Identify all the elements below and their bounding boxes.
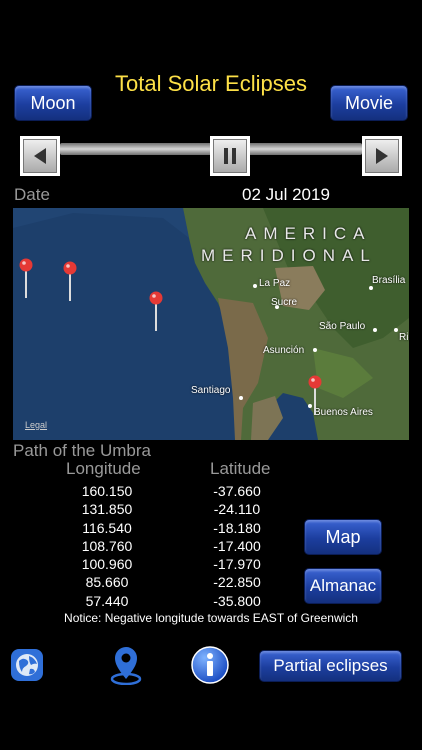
latitude-cell: -24.110 xyxy=(213,501,261,518)
city-dot-sao-paulo xyxy=(373,328,377,332)
latitude-cell: -17.970 xyxy=(213,556,261,573)
longitude-header: Longitude xyxy=(66,459,141,478)
continent-label-line2: MERIDIONAL xyxy=(201,246,377,265)
next-button[interactable] xyxy=(362,136,402,176)
longitude-cell: 131.850 xyxy=(81,501,133,518)
latitude-cell: -18.180 xyxy=(213,519,261,536)
city-label-brasilia: Brasília xyxy=(372,275,406,286)
play-forward-icon xyxy=(376,148,388,164)
latitude-cell: -37.660 xyxy=(213,483,261,499)
latitude-cell: -35.800 xyxy=(213,592,261,609)
info-icon[interactable] xyxy=(191,646,229,684)
city-label-sucre: Sucre xyxy=(271,297,298,308)
latitude-column: -37.660 -24.110 -18.180 -17.400 -17.970 … xyxy=(192,482,282,610)
longitude-column: 160.150 131.850 116.540 108.760 100.960 … xyxy=(62,482,152,610)
almanac-button[interactable]: Almanac xyxy=(304,568,382,604)
map-legal-link[interactable]: Legal xyxy=(25,420,47,430)
map-pin-icon[interactable] xyxy=(308,375,322,421)
map-view[interactable]: AMERICA MERIDIONAL La Paz Brasília Sucre… xyxy=(13,208,409,440)
city-dot-la-paz xyxy=(253,284,257,288)
longitude-cell: 116.540 xyxy=(82,519,132,536)
longitude-notice: Notice: Negative longitude towards EAST … xyxy=(64,611,358,625)
city-dot-santiago xyxy=(239,396,243,400)
umbra-title: Path of the Umbra xyxy=(13,441,151,460)
longitude-cell: 100.960 xyxy=(81,556,133,573)
map-pin-icon[interactable] xyxy=(149,291,163,337)
latitude-cell: -22.850 xyxy=(213,574,261,591)
previous-button[interactable] xyxy=(20,136,60,176)
longitude-cell: 160.150 xyxy=(81,483,133,499)
city-label-rio: Rio xyxy=(399,332,409,343)
date-value: 02 Jul 2019 xyxy=(242,185,330,204)
city-dot-brasilia xyxy=(369,286,373,290)
date-label: Date xyxy=(14,185,50,204)
pause-button[interactable] xyxy=(210,136,250,176)
map-pin-icon[interactable] xyxy=(63,261,77,307)
globe-icon[interactable] xyxy=(10,648,44,682)
continent-label-line1: AMERICA xyxy=(245,224,372,243)
location-pin-icon[interactable] xyxy=(110,645,142,685)
partial-eclipses-button[interactable]: Partial eclipses xyxy=(259,650,402,682)
city-dot-rio xyxy=(394,328,398,332)
longitude-cell: 85.660 xyxy=(85,574,129,591)
latitude-cell: -17.400 xyxy=(213,537,261,554)
city-label-asuncion: Asunción xyxy=(263,345,305,356)
longitude-cell: 57.440 xyxy=(85,592,129,609)
longitude-cell: 108.760 xyxy=(81,537,133,554)
play-back-icon xyxy=(34,148,46,164)
moon-button[interactable]: Moon xyxy=(14,85,92,121)
map-pin-icon[interactable] xyxy=(19,258,33,304)
city-label-santiago: Santiago xyxy=(191,385,231,396)
movie-button[interactable]: Movie xyxy=(330,85,408,121)
latitude-header: Latitude xyxy=(210,459,271,478)
city-label-sao-paulo: São Paulo xyxy=(319,321,366,332)
city-label-buenos-aires: Buenos Aires xyxy=(314,407,373,418)
map-button[interactable]: Map xyxy=(304,519,382,555)
city-dot-asuncion xyxy=(313,348,317,352)
pause-icon xyxy=(224,148,236,164)
city-label-la-paz: La Paz xyxy=(259,278,291,289)
